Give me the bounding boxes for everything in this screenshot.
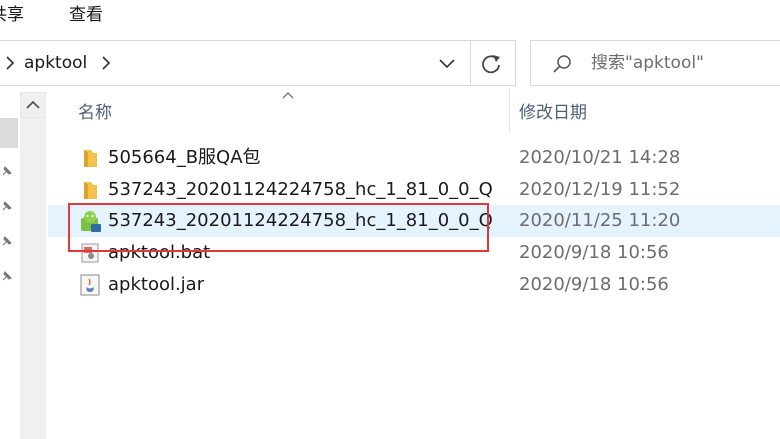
navigation-pane — [0, 88, 48, 439]
file-name: apktool.jar — [108, 274, 205, 295]
file-date: 2020/9/18 10:56 — [519, 274, 669, 295]
breadcrumb-apktool[interactable]: apktool — [24, 52, 87, 74]
chevron-right-icon[interactable] — [5, 54, 15, 72]
folder-icon — [84, 182, 97, 199]
file-date: 2020/11/25 11:20 — [519, 210, 681, 231]
apk-android-icon — [81, 211, 101, 232]
search-placeholder: 搜索"apktool" — [591, 53, 704, 73]
list-item[interactable]: 537243_20201124224758_hc_1_81_0_0_Q... 2… — [48, 174, 780, 206]
file-list: 名称 修改日期 505664_B服QA包 2020/10/21 14:28 53… — [48, 88, 780, 439]
file-name: 505664_B服QA包 — [108, 147, 261, 168]
nav-selected-item[interactable] — [0, 118, 18, 148]
java-jar-icon — [80, 274, 100, 296]
pin-icon[interactable] — [0, 234, 14, 248]
scrollbar-track[interactable] — [20, 118, 46, 439]
file-name: apktool.bat — [108, 242, 211, 263]
file-name: 537243_20201124224758_hc_1_81_0_0_Q... — [108, 210, 492, 231]
search-icon — [553, 55, 571, 73]
file-date: 2020/9/18 10:56 — [519, 242, 669, 263]
list-item[interactable]: apktool.bat 2020/9/18 10:56 — [48, 237, 780, 269]
file-name: 537243_20201124224758_hc_1_81_0_0_Q... — [108, 179, 492, 200]
search-input[interactable]: 搜索"apktool" — [530, 40, 780, 86]
list-item-selected[interactable]: 537243_20201124224758_hc_1_81_0_0_Q... 2… — [48, 205, 780, 237]
address-bar[interactable]: apktool — [0, 40, 516, 86]
column-header-row: 名称 修改日期 — [48, 88, 780, 134]
list-item[interactable]: 505664_B服QA包 2020/10/21 14:28 — [48, 142, 780, 174]
column-header-name[interactable]: 名称 — [78, 102, 112, 124]
scroll-up-button[interactable] — [20, 92, 46, 118]
tab-view[interactable]: 查看 — [69, 4, 103, 26]
chevron-up-icon — [26, 100, 40, 109]
address-divider — [470, 41, 471, 85]
chevron-down-icon[interactable] — [435, 51, 459, 75]
tab-share[interactable]: 共享 — [0, 4, 24, 26]
list-item[interactable]: apktool.jar 2020/9/18 10:56 — [48, 269, 780, 301]
chevron-right-icon[interactable] — [101, 54, 111, 72]
file-date: 2020/12/19 11:52 — [519, 179, 681, 200]
address-row: apktool 搜索"apktool" — [0, 32, 780, 88]
batch-file-icon — [81, 243, 99, 263]
sort-ascending-icon — [282, 92, 294, 99]
column-divider[interactable] — [509, 88, 510, 132]
column-header-date[interactable]: 修改日期 — [519, 102, 587, 124]
pin-icon[interactable] — [0, 199, 14, 213]
ribbon: 共享 查看 — [0, 0, 780, 32]
folder-icon — [84, 150, 97, 167]
pin-icon[interactable] — [0, 269, 14, 283]
file-date: 2020/10/21 14:28 — [519, 147, 681, 168]
refresh-icon[interactable] — [477, 51, 507, 77]
pin-icon[interactable] — [0, 164, 14, 178]
